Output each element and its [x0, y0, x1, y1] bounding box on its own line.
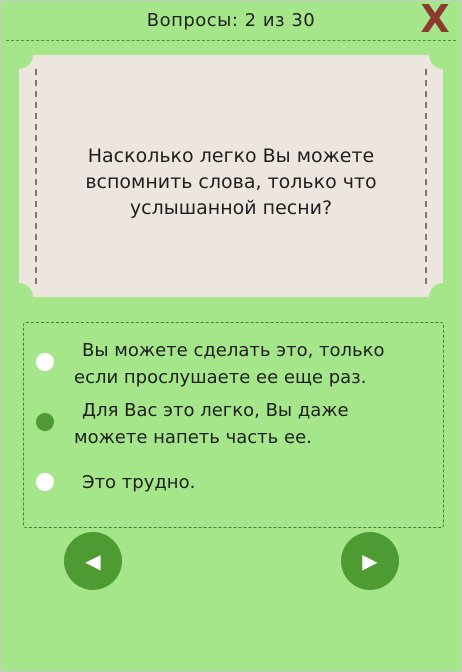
question-line: услышанной песни? — [129, 197, 333, 219]
radio-button[interactable] — [36, 473, 54, 491]
answer-text: Это трудно. — [74, 469, 431, 496]
previous-button[interactable]: ◀ — [64, 532, 122, 590]
header: Вопросы: 2 из 30 X — [0, 0, 462, 42]
answer-line: если прослушаете ее еще раз. — [74, 367, 367, 388]
chevron-left-icon: ◀ — [85, 549, 101, 573]
answer-option-3[interactable]: Это трудно. — [34, 469, 431, 499]
chevron-right-icon: ▶ — [362, 549, 378, 573]
answer-line: можете напеть часть ее. — [74, 427, 312, 448]
radio-button[interactable] — [36, 353, 54, 371]
question-card: Насколько легко Вы можете вспомнить слов… — [19, 55, 443, 297]
answer-line: Вы можете сделать это, только — [82, 340, 385, 361]
answers-list: Вы можете сделать это, только если просл… — [23, 322, 444, 528]
answer-text: Вы можете сделать это, только если просл… — [74, 337, 431, 391]
answer-line: Для Вас это легко, Вы даже — [82, 400, 349, 421]
question-text: Насколько легко Вы можете вспомнить слов… — [49, 143, 413, 221]
next-button[interactable]: ▶ — [341, 532, 399, 590]
answer-option-1[interactable]: Вы можете сделать это, только если просл… — [34, 337, 431, 397]
header-divider — [6, 40, 456, 41]
question-line: вспомнить слова, только что — [85, 171, 377, 193]
close-button[interactable]: X — [418, 0, 452, 38]
answer-line: Это трудно. — [82, 472, 196, 493]
radio-button-selected[interactable] — [36, 413, 54, 431]
answer-option-2[interactable]: Для Вас это легко, Вы даже можете напеть… — [34, 397, 431, 457]
question-counter: Вопросы: 2 из 30 — [146, 10, 316, 31]
question-line: Насколько легко Вы можете — [87, 145, 375, 167]
answer-text: Для Вас это легко, Вы даже можете напеть… — [74, 397, 431, 451]
